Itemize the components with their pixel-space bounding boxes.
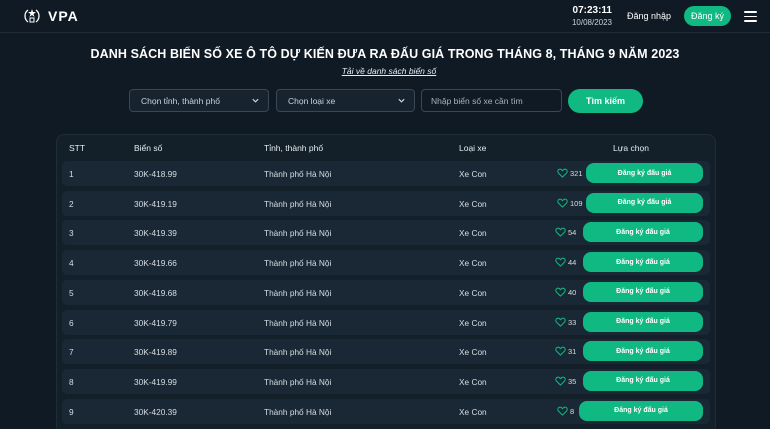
row-vehicle-type: Xe Con <box>459 376 487 387</box>
heart-icon[interactable] <box>555 227 566 238</box>
heart-icon[interactable] <box>555 317 566 327</box>
row-vehicle-type: Xe Con <box>459 287 487 298</box>
like-count: 8 <box>570 406 575 416</box>
row-plate: 30K-419.66 <box>134 258 177 269</box>
register-bid-button[interactable]: Đăng ký đấu giá <box>583 341 703 362</box>
register-bid-button[interactable]: Đăng ký đấu giá <box>586 163 703 183</box>
laurel-logo-icon <box>24 9 40 23</box>
heart-icon[interactable] <box>557 168 568 178</box>
row-province: Thành phố Hà Nội <box>264 258 332 269</box>
register-bid-button[interactable]: Đăng ký đấu giá <box>583 370 703 391</box>
register-bid-button[interactable]: Đăng ký đấu giá <box>586 192 703 213</box>
row-plate: 30K-419.79 <box>134 317 177 328</box>
row-province: Thành phố Hà Nội <box>264 228 332 239</box>
row-vehicle-type: Xe Con <box>459 169 487 179</box>
row-stt: 9 <box>69 406 74 417</box>
register-bid-button[interactable]: Đăng ký đấu giá <box>583 311 703 332</box>
like-count: 54 <box>568 228 577 238</box>
row-stt: 2 <box>69 198 74 209</box>
page-title: DANH SÁCH BIỂN SỐ XE Ô TÔ DỰ KIẾN ĐƯA RA… <box>90 47 680 61</box>
chevron-down-icon <box>252 98 259 103</box>
column-header-choice: Lựa chọn <box>613 143 649 153</box>
search-button[interactable]: Tìm kiếm <box>568 89 643 113</box>
table-row: 3 30K-419.39 Thành phố Hà Nội Xe Con 54 Đăng … <box>62 220 710 246</box>
register-bid-button[interactable]: Đăng ký đấu giá <box>583 281 703 302</box>
register-button[interactable]: Đăng ký <box>684 6 731 26</box>
top-bar: VPA 07:23:11 10/08/2023 Đăng nhập Đăng k… <box>0 0 770 33</box>
table-row: 8 30K-419.99 Thành phố Hà Nội Xe Con 35 Đăng … <box>62 368 710 394</box>
row-stt: 4 <box>69 258 74 269</box>
row-province: Thành phố Hà Nội <box>264 406 332 417</box>
row-province: Thành phố Hà Nội <box>264 376 332 387</box>
like-count: 40 <box>568 287 577 297</box>
table-row: 6 30K-419.79 Thành phố Hà Nội Xe Con 33 Đăng … <box>62 309 710 335</box>
row-vehicle-type: Xe Con <box>459 317 487 328</box>
row-stt: 5 <box>69 287 74 298</box>
table-row: 7 30K-419.89 Thành phố Hà Nội Xe Con 31 Đăng … <box>62 339 710 365</box>
register-bid-button[interactable]: Đăng ký đấu giá <box>583 222 703 243</box>
column-header-type: Loại xe <box>459 143 487 153</box>
logo-text: VPA <box>48 8 79 24</box>
like-count: 44 <box>568 258 577 268</box>
vehicle-type-select[interactable]: Chọn loại xe <box>276 89 415 112</box>
heart-icon[interactable] <box>555 257 566 267</box>
table-row: 2 30K-419.19 Thành phố Hà Nội Xe Con 109 Đăng… <box>62 190 710 216</box>
plate-search-input[interactable] <box>421 89 562 112</box>
row-province: Thành phố Hà Nội <box>264 347 332 358</box>
heart-icon[interactable] <box>555 287 566 297</box>
chevron-down-icon <box>398 98 405 103</box>
heart-icon[interactable] <box>557 198 568 208</box>
register-bid-button[interactable]: Đăng ký đấu giá <box>579 400 703 421</box>
province-select-label: Chọn tỉnh, thành phố <box>141 95 220 106</box>
like-count: 33 <box>568 317 577 327</box>
heart-icon[interactable] <box>555 376 566 386</box>
row-plate: 30K-419.39 <box>134 228 177 239</box>
row-province: Thành phố Hà Nội <box>264 317 332 328</box>
row-province: Thành phố Hà Nội <box>264 198 332 209</box>
row-stt: 7 <box>69 347 74 358</box>
like-count: 321 <box>570 169 583 178</box>
clock-time: 07:23:11 <box>572 5 612 16</box>
row-vehicle-type: Xe Con <box>459 228 487 239</box>
like-count: 109 <box>570 198 583 208</box>
row-stt: 6 <box>69 317 74 328</box>
row-province: Thành phố Hà Nội <box>264 169 332 179</box>
heart-icon[interactable] <box>555 346 566 356</box>
row-stt: 1 <box>69 169 74 179</box>
download-list-link[interactable]: Tải về danh sách biển số <box>0 66 770 76</box>
like-count: 35 <box>568 376 577 386</box>
logo[interactable]: VPA <box>22 6 79 26</box>
table-row: 4 30K-419.66 Thành phố Hà Nội Xe Con 44 Đăng … <box>62 250 710 276</box>
heart-icon[interactable] <box>557 406 568 416</box>
row-plate: 30K-419.89 <box>134 347 177 358</box>
clock: 07:23:11 10/08/2023 <box>568 5 612 28</box>
row-plate: 30K-419.68 <box>134 287 177 298</box>
table-row: 9 30K-420.39 Thành phố Hà Nội Xe Con 8 Đăng k… <box>62 398 710 424</box>
row-stt: 3 <box>69 228 74 239</box>
row-plate: 30K-419.19 <box>134 198 177 209</box>
row-vehicle-type: Xe Con <box>459 347 487 358</box>
row-province: Thành phố Hà Nội <box>264 287 332 298</box>
row-plate: 30K-418.99 <box>134 169 177 179</box>
register-bid-button[interactable]: Đăng ký đấu giá <box>583 252 703 273</box>
table-row: 1 30K-418.99 Thành phố Hà Nội Xe Con 321 Đăng… <box>62 161 710 186</box>
login-link[interactable]: Đăng nhập <box>627 11 671 21</box>
row-vehicle-type: Xe Con <box>459 198 487 209</box>
column-header-province: Tỉnh, thành phố <box>264 143 324 153</box>
clock-date: 10/08/2023 <box>571 18 612 27</box>
row-stt: 8 <box>69 376 74 387</box>
province-select[interactable]: Chọn tỉnh, thành phố <box>129 89 269 112</box>
vehicle-type-select-label: Chọn loại xe <box>288 95 336 106</box>
row-vehicle-type: Xe Con <box>459 406 487 417</box>
hamburger-menu-icon[interactable] <box>744 11 757 22</box>
column-header-stt: STT <box>69 143 86 153</box>
column-header-plate: Biển số <box>134 143 163 153</box>
table-row: 5 30K-419.68 Thành phố Hà Nội Xe Con 40 Đăng … <box>62 279 710 305</box>
row-plate: 30K-420.39 <box>134 406 177 417</box>
row-vehicle-type: Xe Con <box>459 258 487 269</box>
like-count: 31 <box>568 347 577 357</box>
row-plate: 30K-419.99 <box>134 376 177 387</box>
